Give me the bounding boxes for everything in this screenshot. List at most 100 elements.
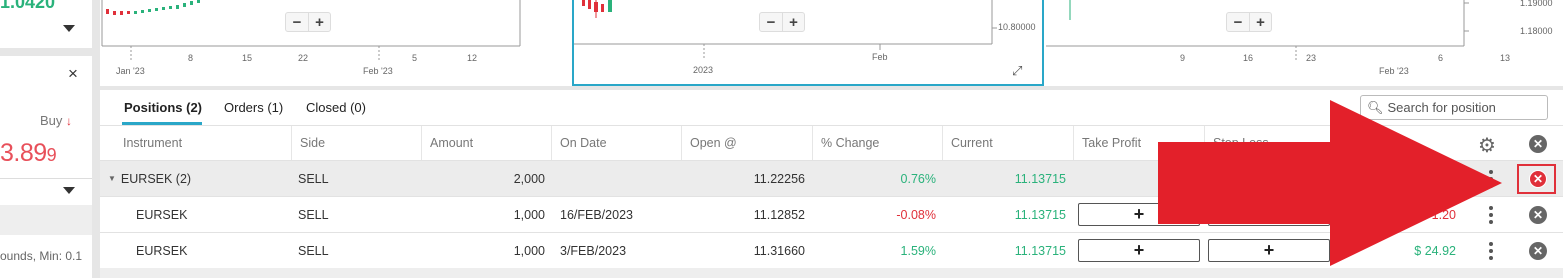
x-tick: 16 xyxy=(1243,53,1254,63)
x-tick: 6 xyxy=(1438,53,1444,63)
left-trade-panel: 1.0420 × Buy ↓ 3.899 ounds, Min: 0.1 xyxy=(0,0,92,278)
candle xyxy=(148,9,151,12)
caret-down-icon[interactable] xyxy=(63,187,75,194)
candle xyxy=(594,2,598,12)
caret-down-icon[interactable] xyxy=(63,25,75,32)
candles xyxy=(582,0,612,18)
zoom-out-button[interactable]: − xyxy=(760,13,782,31)
x-tick: 9 xyxy=(1180,53,1186,63)
group-toggle[interactable]: ▼ EURSEK (2) xyxy=(108,161,191,196)
chart-2-plot xyxy=(574,0,997,60)
x-tick: 2023 xyxy=(693,65,714,75)
y-tick: 1.18000 xyxy=(1520,26,1553,36)
cell-side: SELL xyxy=(298,207,329,222)
buy-price-pip: 9 xyxy=(46,145,57,165)
col-amount[interactable]: Amount xyxy=(422,126,552,160)
x-tick: 12 xyxy=(467,53,478,63)
cell-on-date: 16/FEB/2023 xyxy=(560,207,633,222)
candle xyxy=(155,8,158,11)
candle xyxy=(113,11,116,15)
cell-side: SELL xyxy=(298,171,329,186)
zoom-out-button[interactable]: − xyxy=(1227,13,1249,31)
cell-current: 11.13715 xyxy=(1014,243,1066,258)
cell-change: 0.76% xyxy=(900,171,936,186)
y-tick: 10.80000 xyxy=(998,22,1036,32)
candle xyxy=(176,5,179,9)
x-tick: Feb '23 xyxy=(1379,66,1409,76)
buy-text: Buy xyxy=(40,113,63,128)
cell-instrument: EURSEK (2) xyxy=(120,171,192,186)
candle xyxy=(106,9,109,14)
x-tick: 15 xyxy=(242,53,253,63)
candle xyxy=(162,7,165,10)
close-position-icon[interactable]: ✕ xyxy=(1529,242,1547,260)
x-tick: 22 xyxy=(298,53,309,63)
buy-price-main: 3.89 xyxy=(0,139,47,167)
zoom-in-button[interactable]: + xyxy=(782,13,804,31)
divider xyxy=(0,205,92,235)
cell-current: 11.13715 xyxy=(1014,171,1066,186)
candle xyxy=(127,11,130,14)
chart-1[interactable]: − + Jan '23 8 15 22 Feb '23 5 12 xyxy=(100,0,570,86)
chart-3[interactable]: − + 1.19000 1.18000 9 16 23 Feb '23 6 13 xyxy=(1046,0,1563,86)
cell-open: 11.31660 xyxy=(753,243,805,258)
cell-instrument: EURSEK xyxy=(136,243,188,258)
charts-strip: − + Jan '23 8 15 22 Feb '23 5 12 − + 10.… xyxy=(100,0,1563,86)
cell-instrument: EURSEK xyxy=(136,207,188,222)
chart-3-plot xyxy=(1046,0,1469,62)
chart-2[interactable]: − + 10.80000 2023 Feb ⤢ xyxy=(572,0,1044,86)
close-all-icon[interactable]: ✕ xyxy=(1529,135,1547,153)
cell-open: 11.12852 xyxy=(753,207,805,222)
cell-change: -0.08% xyxy=(896,207,936,222)
chart-2-zoom: − + xyxy=(759,12,805,32)
zoom-in-button[interactable]: + xyxy=(308,13,330,31)
candle xyxy=(183,3,186,7)
col-change[interactable]: % Change xyxy=(813,126,943,160)
cell-change: 1.59% xyxy=(900,243,936,258)
zoom-out-button[interactable]: − xyxy=(286,13,308,31)
tab-closed[interactable]: Closed (0) xyxy=(306,100,366,115)
top-price: 1.0420 xyxy=(0,0,56,12)
candle xyxy=(608,0,612,12)
buy-price[interactable]: 3.899 xyxy=(0,139,57,168)
candle xyxy=(588,0,591,9)
chart-1-plot xyxy=(101,0,521,62)
x-tick: Feb '23 xyxy=(363,66,393,76)
tab-orders[interactable]: Orders (1) xyxy=(224,100,283,115)
candle xyxy=(120,11,123,15)
close-position-icon[interactable]: ✕ xyxy=(1529,206,1547,224)
candle xyxy=(582,0,585,6)
candle xyxy=(601,4,604,12)
cell-amount: 1,000 xyxy=(513,243,545,258)
trading-app: 1.0420 × Buy ↓ 3.899 ounds, Min: 0.1 − +… xyxy=(0,0,1563,278)
tab-positions[interactable]: Positions (2) xyxy=(124,100,202,115)
candle xyxy=(190,1,193,5)
col-instrument[interactable]: Instrument xyxy=(115,126,292,160)
close-group-icon[interactable]: ✕ xyxy=(1529,170,1547,188)
candles xyxy=(106,0,200,15)
candle xyxy=(134,11,137,14)
chart-3-zoom: − + xyxy=(1226,12,1272,32)
x-tick: 5 xyxy=(412,53,418,63)
col-open[interactable]: Open @ xyxy=(682,126,813,160)
min-amount-note: ounds, Min: 0.1 xyxy=(0,249,83,263)
annotation-arrow xyxy=(1158,100,1502,266)
col-current[interactable]: Current xyxy=(943,126,1074,160)
x-tick: 8 xyxy=(188,53,194,63)
candle xyxy=(141,10,144,13)
panel-divider xyxy=(92,0,100,278)
divider xyxy=(0,178,92,179)
divider xyxy=(0,48,92,56)
cell-side: SELL xyxy=(298,243,329,258)
x-tick: Jan '23 xyxy=(116,66,145,76)
cell-open: 11.22256 xyxy=(753,171,805,186)
candle xyxy=(197,0,200,3)
cell-on-date: 3/FEB/2023 xyxy=(560,243,627,258)
cell-amount: 2,000 xyxy=(513,171,545,186)
expand-icon[interactable]: ⤢ xyxy=(1012,63,1022,79)
col-side[interactable]: Side xyxy=(292,126,422,160)
caret-down-icon: ▼ xyxy=(108,174,116,183)
col-on-date[interactable]: On Date xyxy=(552,126,682,160)
zoom-in-button[interactable]: + xyxy=(1249,13,1271,31)
close-icon[interactable]: × xyxy=(68,64,78,84)
